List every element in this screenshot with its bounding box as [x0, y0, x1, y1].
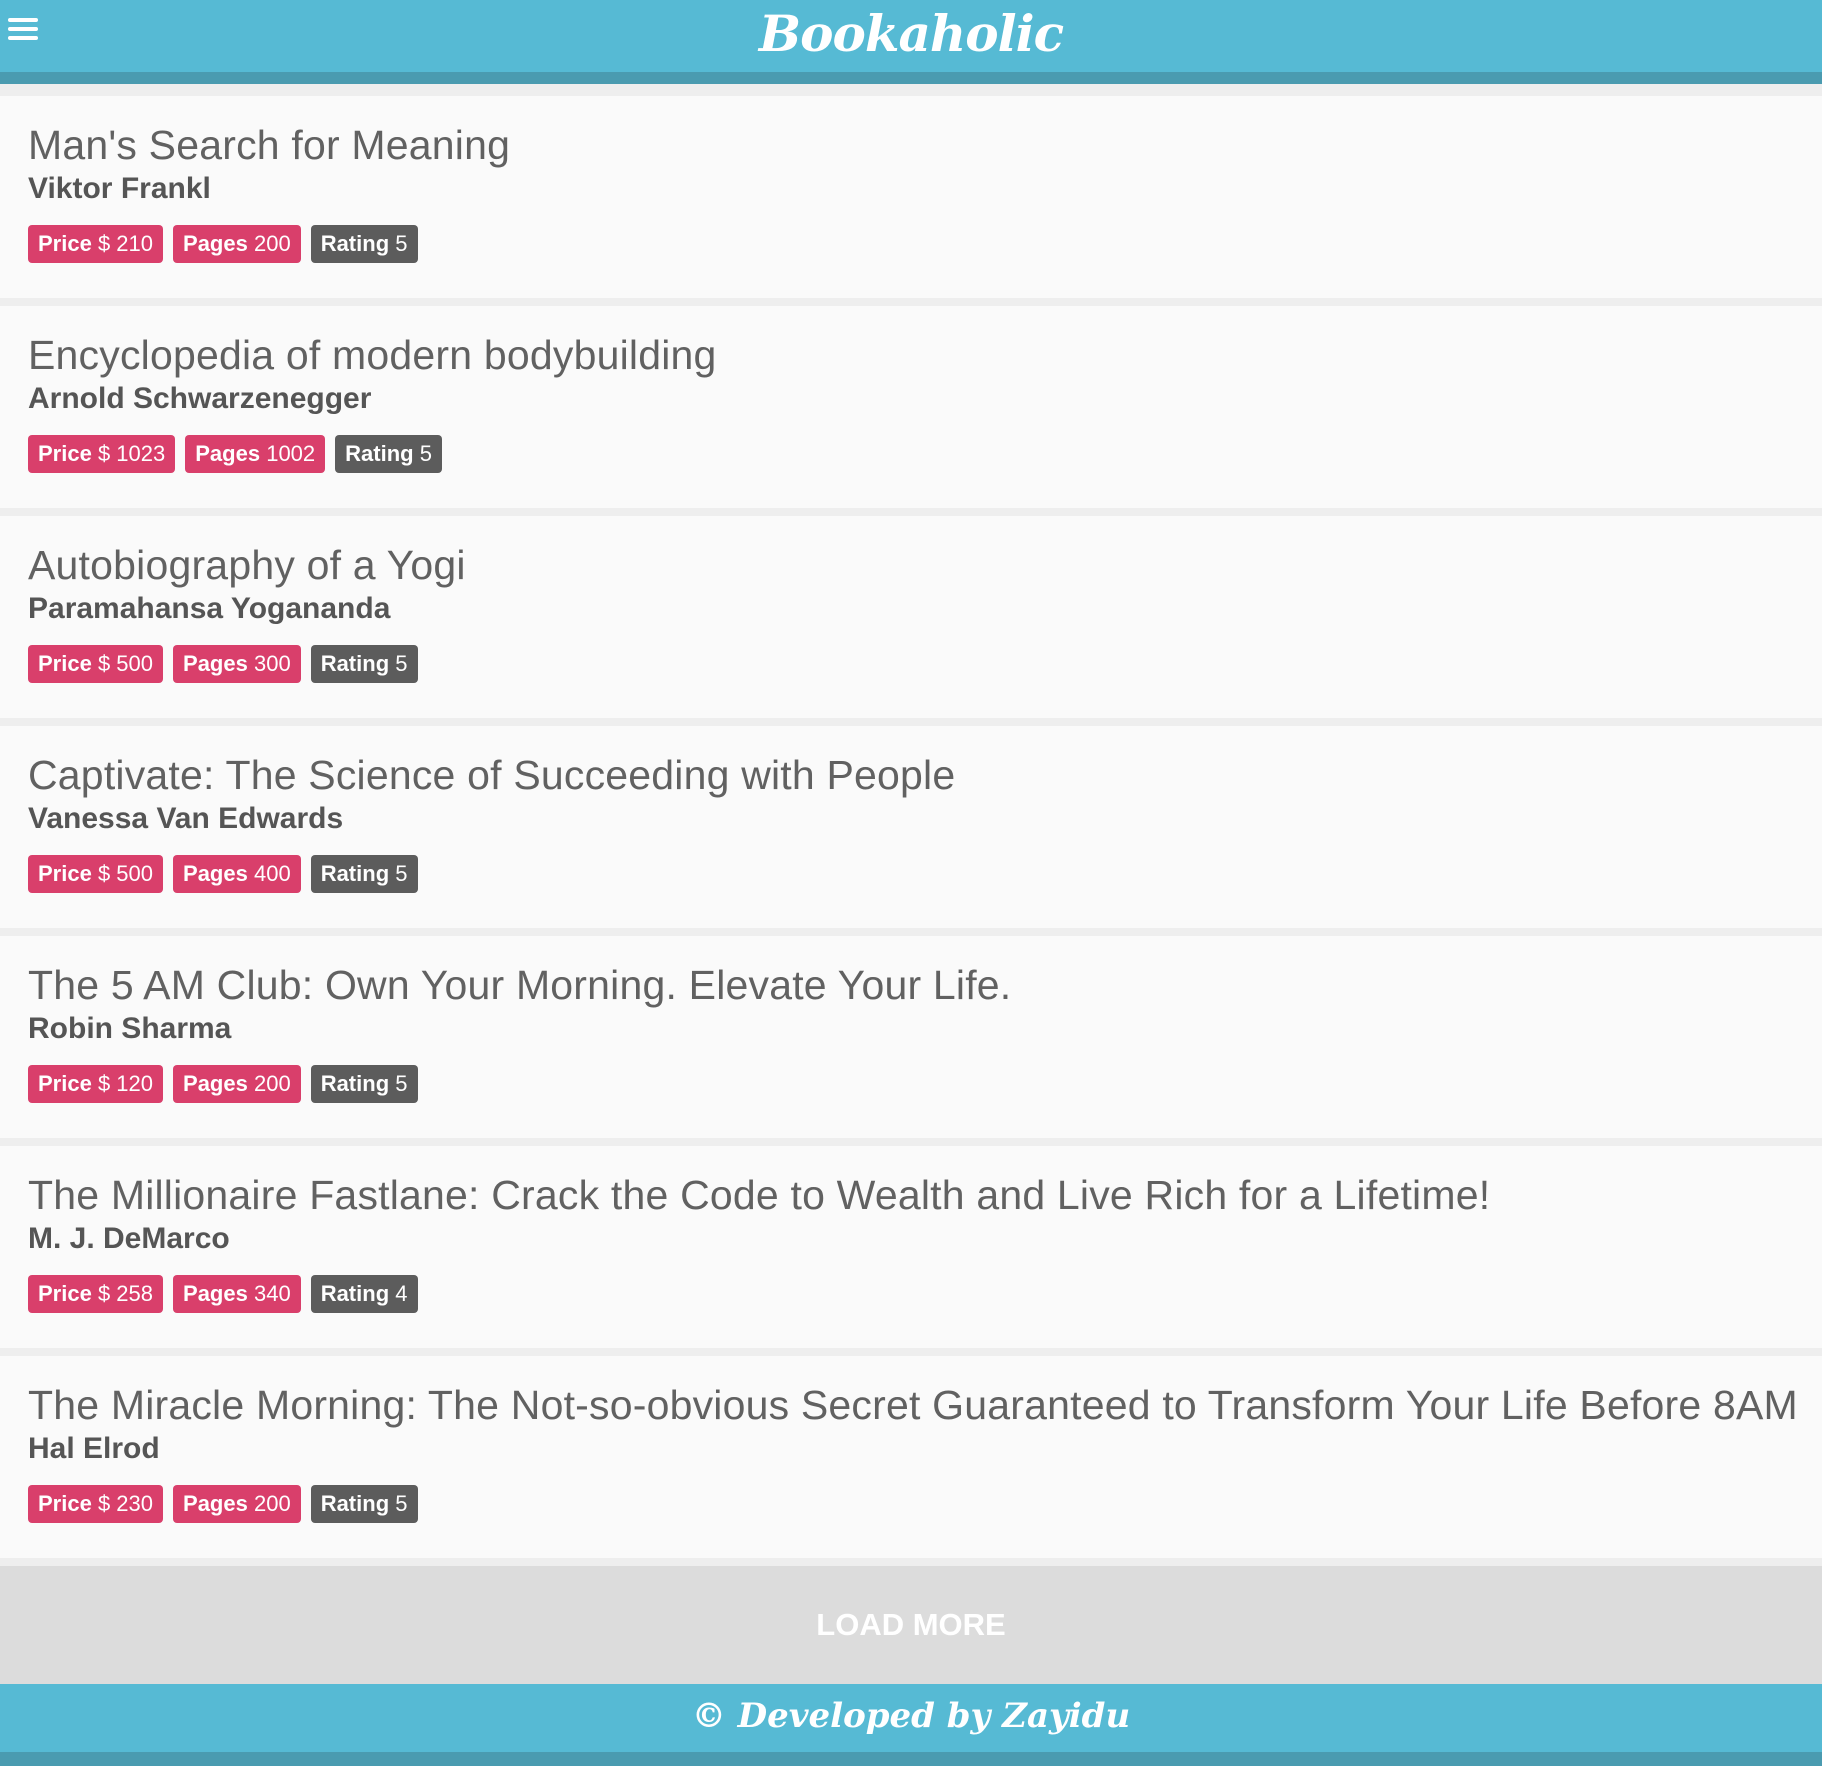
book-title: Man's Search for Meaning — [28, 122, 511, 168]
book-author: M. J. DeMarco — [28, 1222, 230, 1255]
book-title: The 5 AM Club: Own Your Morning. Elevate… — [28, 962, 1012, 1008]
rating-badge: Rating 5 — [310, 855, 418, 893]
pages-label: Pages — [183, 231, 248, 256]
book-badges: Price $ 120 Pages 200 Rating 5 — [28, 1065, 418, 1103]
pages-label: Pages — [183, 861, 248, 886]
rating-label: Rating — [320, 1491, 390, 1516]
pages-badge: Pages 300 — [173, 645, 301, 683]
book-card[interactable]: Man's Search for Meaning Viktor Frankl P… — [0, 96, 1822, 298]
rating-label: Rating — [320, 861, 390, 886]
rating-badge: Rating 5 — [335, 435, 442, 473]
app-footer: © Developed by Zayidu — [0, 1684, 1822, 1766]
pages-value: 200 — [253, 231, 291, 256]
book-badges: Price $ 258 Pages 340 Rating 4 — [28, 1275, 418, 1313]
rating-label: Rating — [320, 1071, 390, 1096]
book-author: Vanessa Van Edwards — [28, 802, 344, 835]
price-value: $ 120 — [97, 1071, 154, 1096]
book-badges: Price $ 230 Pages 200 Rating 5 — [28, 1485, 418, 1523]
rating-label: Rating — [320, 1281, 390, 1306]
pages-badge: Pages 400 — [173, 855, 301, 893]
price-label: Price — [38, 1491, 92, 1516]
rating-value: 5 — [395, 231, 408, 256]
book-badges: Price $ 1023 Pages 1002 Rating 5 — [28, 435, 442, 473]
pages-value: 300 — [253, 651, 291, 676]
pages-value: 400 — [253, 861, 291, 886]
price-label: Price — [38, 231, 92, 256]
pages-badge: Pages 1002 — [185, 435, 326, 473]
book-title: Captivate: The Science of Succeeding wit… — [28, 752, 956, 798]
price-label: Price — [38, 861, 92, 886]
pages-badge: Pages 200 — [173, 1065, 301, 1103]
book-author: Robin Sharma — [28, 1012, 232, 1045]
app-title: Bookaholic — [758, 4, 1064, 63]
price-value: $ 230 — [97, 1491, 154, 1516]
pages-label: Pages — [195, 441, 261, 466]
book-title: The Millionaire Fastlane: Crack the Code… — [28, 1172, 1491, 1218]
book-card[interactable]: The Miracle Morning: The Not-so-obvious … — [0, 1356, 1822, 1558]
price-badge: Price $ 210 — [28, 225, 164, 263]
book-badges: Price $ 210 Pages 200 Rating 5 — [28, 225, 418, 263]
price-label: Price — [38, 1281, 92, 1306]
price-label: Price — [38, 651, 92, 676]
rating-badge: Rating 5 — [310, 225, 418, 263]
price-label: Price — [38, 1071, 92, 1096]
price-badge: Price $ 500 — [28, 645, 164, 683]
price-badge: Price $ 1023 — [28, 435, 176, 473]
book-badges: Price $ 500 Pages 300 Rating 5 — [28, 645, 418, 683]
book-card[interactable]: Autobiography of a Yogi Paramahansa Yoga… — [0, 516, 1822, 718]
price-value: $ 210 — [97, 231, 154, 256]
rating-badge: Rating 5 — [310, 645, 418, 683]
rating-value: 5 — [395, 861, 408, 886]
pages-badge: Pages 200 — [173, 225, 301, 263]
price-value: $ 500 — [97, 651, 154, 676]
pages-badge: Pages 340 — [173, 1275, 301, 1313]
pages-label: Pages — [183, 1491, 248, 1516]
price-label: Price — [38, 441, 92, 466]
pages-label: Pages — [183, 651, 248, 676]
price-badge: Price $ 500 — [28, 855, 164, 893]
rating-value: 5 — [395, 651, 408, 676]
rating-badge: Rating 5 — [310, 1065, 418, 1103]
rating-label: Rating — [320, 231, 390, 256]
book-author: Viktor Frankl — [28, 172, 211, 205]
rating-value: 5 — [395, 1071, 408, 1096]
price-value: $ 258 — [97, 1281, 154, 1306]
pages-value: 1002 — [266, 441, 316, 466]
rating-value: 4 — [395, 1281, 408, 1306]
pages-value: 200 — [253, 1071, 291, 1096]
rating-value: 5 — [419, 441, 432, 466]
pages-value: 340 — [253, 1281, 291, 1306]
book-author: Hal Elrod — [28, 1432, 160, 1465]
price-value: $ 1023 — [97, 441, 166, 466]
app-header: Bookaholic — [0, 0, 1822, 84]
rating-value: 5 — [395, 1491, 408, 1516]
price-badge: Price $ 120 — [28, 1065, 164, 1103]
price-value: $ 500 — [97, 861, 154, 886]
rating-badge: Rating 5 — [310, 1485, 418, 1523]
rating-label: Rating — [345, 441, 414, 466]
book-card[interactable]: Captivate: The Science of Succeeding wit… — [0, 726, 1822, 928]
book-title: Autobiography of a Yogi — [28, 542, 466, 588]
book-author: Arnold Schwarzenegger — [28, 382, 372, 415]
book-card[interactable]: Encyclopedia of modern bodybuilding Arno… — [0, 306, 1822, 508]
rating-badge: Rating 4 — [310, 1275, 418, 1313]
footer-credit: © Developed by Zayidu — [691, 1696, 1131, 1736]
price-badge: Price $ 230 — [28, 1485, 164, 1523]
book-card[interactable]: The 5 AM Club: Own Your Morning. Elevate… — [0, 936, 1822, 1138]
book-badges: Price $ 500 Pages 400 Rating 5 — [28, 855, 418, 893]
price-badge: Price $ 258 — [28, 1275, 164, 1313]
pages-value: 200 — [253, 1491, 291, 1516]
book-card[interactable]: The Millionaire Fastlane: Crack the Code… — [0, 1146, 1822, 1348]
book-author: Paramahansa Yogananda — [28, 592, 391, 625]
pages-label: Pages — [183, 1071, 248, 1096]
rating-label: Rating — [320, 651, 390, 676]
pages-label: Pages — [183, 1281, 248, 1306]
load-more-button[interactable]: LOAD MORE — [0, 1566, 1822, 1684]
book-title: Encyclopedia of modern bodybuilding — [28, 332, 717, 378]
book-title: The Miracle Morning: The Not-so-obvious … — [28, 1382, 1798, 1428]
book-list: Man's Search for Meaning Viktor Frankl P… — [0, 96, 1822, 1566]
pages-badge: Pages 200 — [173, 1485, 301, 1523]
